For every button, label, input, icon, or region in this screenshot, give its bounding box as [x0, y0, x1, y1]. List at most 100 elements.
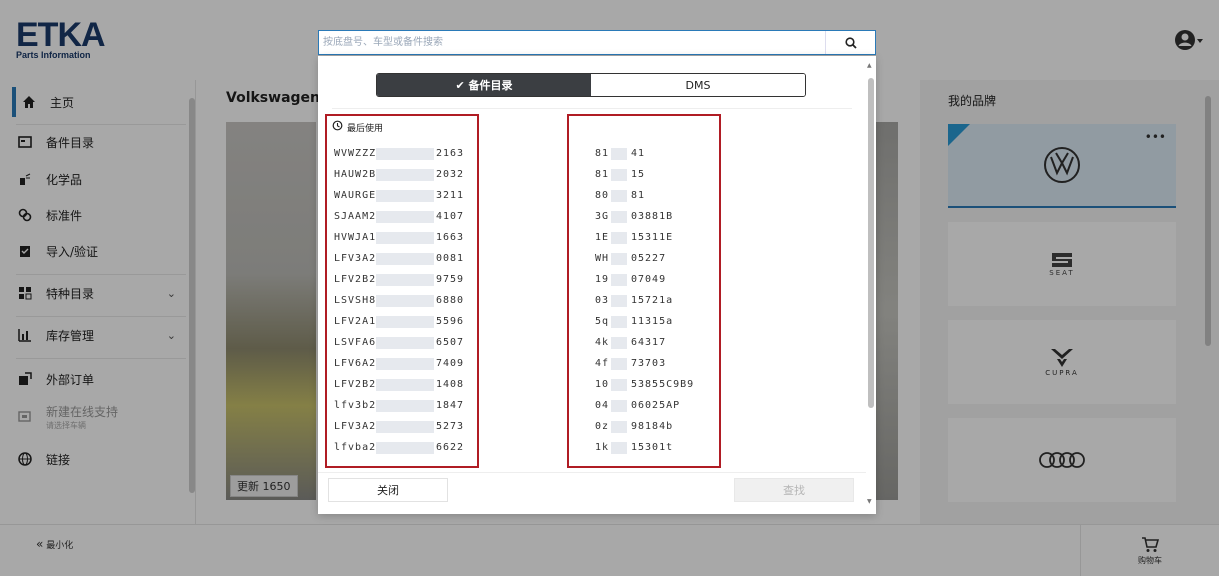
recent-vin-item[interactable]: lfvba2. 6622: [334, 440, 469, 461]
recent-part-item[interactable]: WH 05227: [595, 251, 715, 272]
recent-vin-item-prefix: HAUW2B: [334, 169, 377, 180]
redacted-region: [376, 148, 434, 160]
redacted-region: [611, 274, 627, 286]
redacted-region: [376, 442, 434, 454]
recent-part-list: 81 41 81 15 80 81 3G 03881B 1E 15311E WH 05227 19 070…: [595, 146, 715, 461]
recent-part-item-prefix: 81: [595, 169, 610, 180]
redacted-region: [611, 169, 627, 181]
find-button[interactable]: 查找: [734, 478, 854, 502]
redacted-region: [611, 442, 627, 454]
recent-part-item-prefix: 10: [595, 379, 610, 390]
recent-part-item-prefix: 1E: [595, 232, 610, 243]
search-input[interactable]: [319, 31, 825, 54]
redacted-region: [376, 400, 434, 412]
recent-part-item-suffix: 81: [631, 190, 646, 201]
recent-part-item[interactable]: 03 15721a: [595, 293, 715, 314]
recent-part-item-prefix: 4k: [595, 337, 610, 348]
search-bar: [318, 30, 876, 55]
recent-vin-item[interactable]: LFV6A2 7409: [334, 356, 469, 377]
recent-part-item[interactable]: 4k 64317: [595, 335, 715, 356]
recent-vin-item-suffix: 9759: [436, 274, 465, 285]
recent-vin-item[interactable]: WVWZZZ 2163: [334, 146, 469, 167]
recent-vin-item[interactable]: LFV3A2 0081: [334, 251, 469, 272]
recent-part-item-prefix: 03: [595, 295, 610, 306]
scroll-up-icon[interactable]: ▲: [867, 62, 872, 69]
recent-vin-item-prefix: LFV3A2: [334, 421, 377, 432]
recent-vin-item[interactable]: LSVSH8 6880: [334, 293, 469, 314]
recent-part-item[interactable]: 5q 11315a: [595, 314, 715, 335]
recent-part-item-suffix: 11315a: [631, 316, 674, 327]
recent-part-item-suffix: 53855C9B9: [631, 379, 695, 390]
redacted-region: [376, 253, 434, 265]
recent-vin-item-suffix: 1847: [436, 400, 465, 411]
redacted-region: [611, 421, 627, 433]
recent-vin-item-prefix: LFV3A2: [334, 253, 377, 264]
recent-part-item[interactable]: 19 07049: [595, 272, 715, 293]
tab-dms[interactable]: DMS: [591, 74, 805, 96]
recent-part-item[interactable]: 0z 98184b: [595, 419, 715, 440]
redacted-region: [611, 211, 627, 223]
recent-vin-item[interactable]: HVWJA1 1663: [334, 230, 469, 251]
dropdown-scrollbar-thumb[interactable]: [868, 78, 874, 408]
recent-part-item-suffix: 41: [631, 148, 646, 159]
recent-part-item[interactable]: 1k 15301t: [595, 440, 715, 461]
redacted-region: [611, 379, 627, 391]
recent-vin-item-prefix: LFV2B2: [334, 274, 377, 285]
recent-part-item[interactable]: 81 15: [595, 167, 715, 188]
recent-part-item-suffix: 15311E: [631, 232, 674, 243]
recent-vin-item[interactable]: LFV2B2 1408: [334, 377, 469, 398]
recent-vin-item-prefix: WAURGE: [334, 190, 377, 201]
recent-vin-item[interactable]: LFV2A1 5596: [334, 314, 469, 335]
recent-vin-item-suffix: 3211: [436, 190, 465, 201]
search-button[interactable]: [825, 31, 875, 54]
recent-part-item-prefix: 1k: [595, 442, 610, 453]
recent-part-item-suffix: 15: [631, 169, 646, 180]
redacted-region: [376, 337, 434, 349]
recent-part-item-prefix: 5q: [595, 316, 610, 327]
recent-part-item-suffix: 05227: [631, 253, 667, 264]
recent-part-item-prefix: WH: [595, 253, 610, 264]
redacted-region: [376, 316, 434, 328]
recent-vin-item-prefix: HVWJA1: [334, 232, 377, 243]
redacted-region: [611, 190, 627, 202]
recent-part-item-suffix: 15301t: [631, 442, 674, 453]
recent-part-item[interactable]: 4f 73703: [595, 356, 715, 377]
recent-vin-item-prefix: WVWZZZ: [334, 148, 377, 159]
recent-part-item-suffix: 73703: [631, 358, 667, 369]
recent-part-item-prefix: 80: [595, 190, 610, 201]
close-button[interactable]: 关闭: [328, 478, 448, 502]
divider: [332, 108, 852, 109]
recent-vin-item-suffix: 5596: [436, 316, 465, 327]
recent-vin-item-suffix: 7409: [436, 358, 465, 369]
recent-vin-item[interactable]: LFV3A2 5273: [334, 419, 469, 440]
recent-part-item[interactable]: 81 41: [595, 146, 715, 167]
recent-vin-item[interactable]: LSVFA6 6507: [334, 335, 469, 356]
recent-part-item-suffix: 06025AP: [631, 400, 681, 411]
redacted-region: [376, 169, 434, 181]
recent-part-item-prefix: 3G: [595, 211, 610, 222]
recent-vin-item[interactable]: WAURGE 3211: [334, 188, 469, 209]
recent-part-item[interactable]: 3G 03881B: [595, 209, 715, 230]
scroll-down-icon[interactable]: ▼: [867, 498, 872, 505]
recent-part-item[interactable]: 1E 15311E: [595, 230, 715, 251]
redacted-region: [611, 400, 627, 412]
recent-part-item-suffix: 03881B: [631, 211, 674, 222]
recent-vin-item[interactable]: lfv3b2 1847: [334, 398, 469, 419]
search-dropdown: ✔ 备件目录 DMS 最后使用 WVWZZZ 2163 HAUW2B 2032 WAUR…: [318, 56, 876, 514]
redacted-region: [611, 295, 627, 307]
redacted-region: [611, 148, 627, 160]
redacted-region: [611, 337, 627, 349]
redacted-region: [611, 358, 627, 370]
recent-vin-item[interactable]: HAUW2B 2032: [334, 167, 469, 188]
recent-vin-item-prefix: SJAAM2: [334, 211, 377, 222]
divider: [318, 472, 866, 473]
tab-parts-catalog[interactable]: ✔ 备件目录: [377, 74, 591, 96]
recent-part-item[interactable]: 10 53855C9B9: [595, 377, 715, 398]
redacted-region: [376, 421, 434, 433]
recent-vin-item[interactable]: SJAAM2 4107: [334, 209, 469, 230]
recent-vin-item[interactable]: LFV2B2 9759: [334, 272, 469, 293]
redacted-region: [376, 358, 434, 370]
recent-part-item[interactable]: 04 06025AP: [595, 398, 715, 419]
recent-part-item-suffix: 15721a: [631, 295, 674, 306]
recent-part-item[interactable]: 80 81: [595, 188, 715, 209]
